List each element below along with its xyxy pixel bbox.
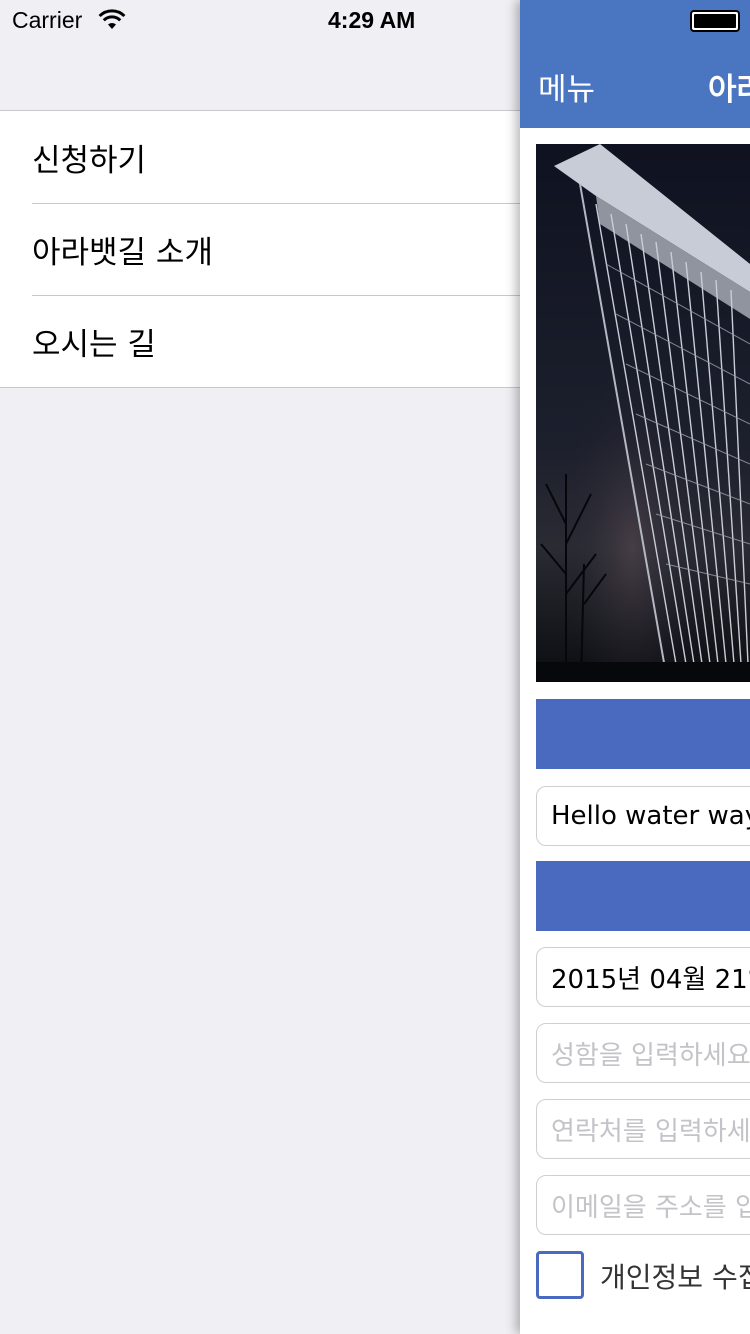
privacy-checkbox-label: 개인정보 수집 [600,1261,750,1294]
email-input[interactable]: 이메일을 주소를 입 [536,1175,750,1235]
battery-icon [690,10,740,32]
carrier-label: Carrier [12,7,83,33]
page-title: 아라 [708,72,750,108]
menu-button[interactable]: 메뉴 [538,64,595,109]
privacy-checkbox[interactable] [536,1251,584,1299]
section-bar-applicant [536,861,750,931]
hero-image [536,144,750,682]
section-bar-program [536,699,750,769]
phone-input[interactable]: 연락처를 입력하세 [536,1099,750,1159]
date-field[interactable]: 2015년 04월 21일 [536,947,750,1007]
content-panel[interactable]: 메뉴 아라 [520,0,750,1334]
name-input[interactable]: 성함을 입력하세요 [536,1023,750,1083]
clock-label: 4:29 AM [328,7,416,33]
navigation-bar: 메뉴 아라 [520,0,750,128]
wifi-icon [98,9,126,31]
program-field[interactable]: Hello water way [536,786,750,846]
